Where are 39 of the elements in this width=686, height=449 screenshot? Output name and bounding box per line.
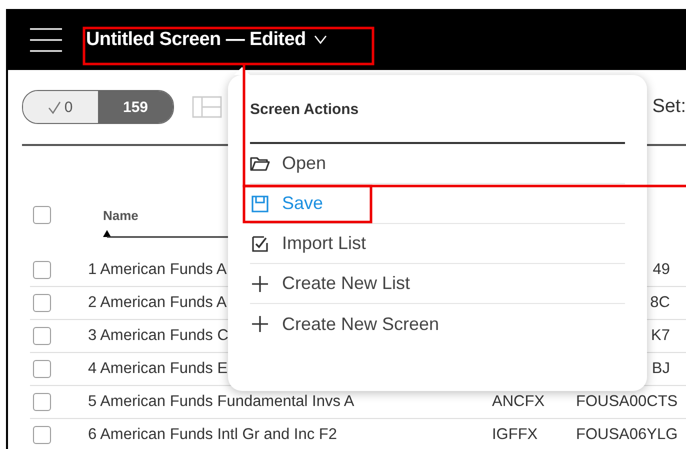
id-cell: 49	[652, 260, 670, 280]
menu-title: Screen Actions	[250, 75, 625, 144]
menu-item[interactable]: Create New Screen	[250, 304, 625, 344]
menu-item[interactable]: Create New List	[250, 264, 625, 304]
row-checkbox[interactable]	[33, 261, 51, 279]
toggle-segment[interactable]: 0	[23, 91, 98, 123]
chevron-down-icon	[314, 35, 327, 44]
fund-name-cell: 1 American Funds A	[88, 260, 227, 280]
row-checkbox[interactable]	[33, 393, 51, 411]
row-checkbox[interactable]	[33, 360, 51, 378]
id-cell: BJ	[652, 359, 670, 379]
plus-icon	[250, 274, 270, 292]
menu-item[interactable]: Import List	[250, 224, 625, 264]
fund-name-cell: 4 American Funds E	[88, 359, 228, 379]
row-checkbox[interactable]	[33, 426, 51, 444]
menu-item[interactable]: Open	[250, 144, 625, 184]
folder-icon	[250, 154, 270, 172]
id-cell: K7	[651, 326, 670, 346]
layout-icon[interactable]	[192, 96, 222, 118]
check-icon	[48, 100, 62, 114]
checked-box-icon	[250, 234, 270, 252]
row-checkbox[interactable]	[33, 294, 51, 312]
id-cell: FOUSA06YLG	[576, 425, 678, 445]
fund-name-cell: 6 American Funds Intl Gr and Inc F2	[88, 425, 337, 445]
ticker-cell: ANCFX	[492, 392, 545, 412]
row-checkbox[interactable]	[33, 327, 51, 345]
set-label: Set:	[652, 96, 686, 118]
plus-icon	[250, 315, 270, 333]
column-header[interactable]: Name	[103, 208, 138, 222]
screen-title-dropdown[interactable]: Untitled Screen — Edited	[86, 28, 327, 50]
toggle-segment[interactable]: 159	[98, 91, 173, 123]
select-all-checkbox[interactable]	[33, 206, 51, 224]
menu-icon[interactable]	[30, 28, 62, 52]
fund-name-cell: 5 American Funds Fundamental Invs A	[88, 392, 354, 412]
fund-name-cell: 3 American Funds C	[88, 326, 228, 346]
id-cell: 8C	[650, 293, 670, 313]
ticker-cell: IGFFX	[492, 425, 538, 445]
fund-name-cell: 2 American Funds A	[88, 293, 227, 313]
id-cell: FOUSA00CTS	[576, 392, 678, 412]
